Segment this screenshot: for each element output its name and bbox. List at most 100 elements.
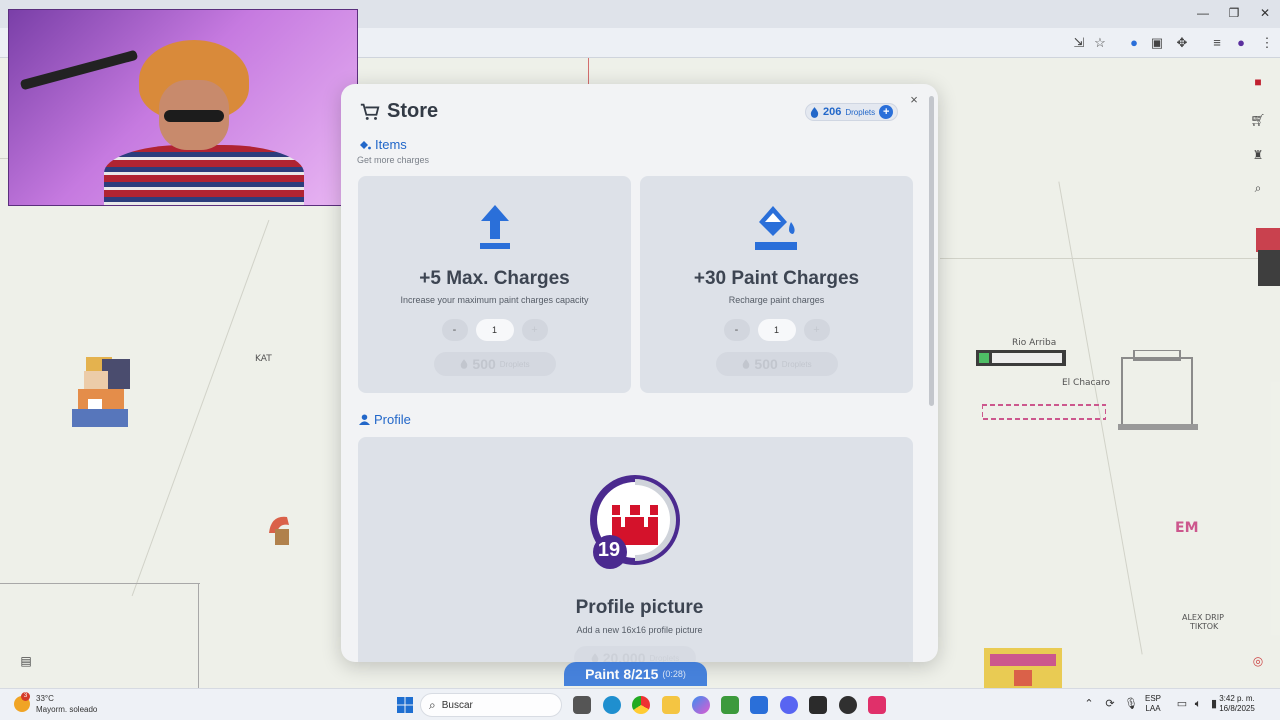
quantity-decrease-button[interactable]: - <box>441 319 468 341</box>
profile-picture-description: Add a new 16x16 profile picture <box>576 625 703 635</box>
extension-icon[interactable]: ▣ <box>1148 34 1166 52</box>
search-icon: ⌕ <box>429 697 436 712</box>
bookmark-star-icon[interactable]: ☆ <box>1091 34 1109 52</box>
close-window-icon[interactable]: ✕ <box>1250 4 1280 22</box>
language-indicator[interactable]: ESP LAA <box>1145 694 1161 714</box>
items-section-heading: Items <box>359 137 407 152</box>
store-app-icon[interactable] <box>750 696 768 714</box>
cart-icon[interactable]: 🛒︎ <box>1248 110 1268 130</box>
edge-icon[interactable] <box>603 696 621 714</box>
volume-icon[interactable]: 🔈︎ <box>1191 697 1205 711</box>
quantity-increase-button[interactable]: + <box>803 319 830 341</box>
chrome-icon[interactable] <box>632 696 650 714</box>
quantity-input[interactable]: 1 <box>757 319 796 341</box>
microphone-arm <box>19 49 139 91</box>
search-map-icon[interactable]: ⌕ <box>1248 178 1268 198</box>
profile-avatar-icon[interactable]: ● <box>1232 34 1250 52</box>
quantity-stepper: - 1 + <box>358 319 631 341</box>
browser-menu-icon[interactable]: ⋮ <box>1258 34 1276 52</box>
puzzle-icon[interactable]: ✥ <box>1173 34 1191 52</box>
droplet-icon <box>461 359 468 369</box>
user-icon <box>359 414 370 425</box>
items-subheading: Get more charges <box>357 155 430 165</box>
buy-button[interactable]: 500 Droplets <box>434 352 556 376</box>
tiktok-icon[interactable] <box>868 696 886 714</box>
minecraft-icon[interactable] <box>721 696 739 714</box>
modal-scrollbar[interactable] <box>929 96 934 406</box>
terminal-icon[interactable] <box>809 696 827 714</box>
paint-button[interactable]: Paint 8/215 (0:28) <box>564 662 707 686</box>
map-layers-icon[interactable]: ▤ <box>16 651 36 671</box>
buy-profile-picture-button[interactable]: 20,000 Droplets <box>574 646 696 662</box>
paint-bucket-small-icon <box>360 140 371 149</box>
clock[interactable]: 3:42 p. m. 16/8/2025 <box>1212 694 1262 714</box>
paint-charges: 8/215 <box>623 666 659 682</box>
language-code: ESP <box>1145 694 1162 703</box>
weather-description: Mayorm. soleado <box>36 705 98 714</box>
item-description: Increase your maximum paint charges capa… <box>400 295 589 305</box>
quantity-stepper: - 1 + <box>640 319 913 341</box>
buy-price: 20,000 <box>602 650 646 662</box>
profile-picture-title: Profile picture <box>575 597 704 618</box>
sync-icon[interactable]: ⟳ <box>1103 697 1117 711</box>
quantity-decrease-button[interactable]: - <box>723 319 750 341</box>
paint-timer: (0:28) <box>662 669 686 679</box>
paint-button-label: Paint <box>585 666 620 682</box>
add-droplets-button[interactable]: + <box>879 105 894 119</box>
install-app-icon[interactable]: ⇲ <box>1070 34 1088 52</box>
search-placeholder: Buscar <box>441 699 473 711</box>
item-title: +30 Paint Charges <box>693 268 860 289</box>
item-card-max-charges: +5 Max. Charges Increase your maximum pa… <box>358 176 631 393</box>
windows-start-icon[interactable] <box>396 696 414 714</box>
item-title: +5 Max. Charges <box>419 268 570 289</box>
buy-price-unit: Droplets <box>499 359 530 369</box>
leaderboard-icon[interactable]: ♜ <box>1248 145 1268 165</box>
discord-icon[interactable] <box>780 696 798 714</box>
buy-price: 500 <box>472 356 496 372</box>
microphone-icon[interactable]: 🎙︎ <box>1124 697 1138 711</box>
store-modal: Store 206 Droplets + × Items Get more ch… <box>341 84 938 662</box>
taskbar-search[interactable]: ⌕ Buscar <box>420 693 562 717</box>
extension-blue-icon[interactable]: ● <box>1125 34 1143 52</box>
close-icon[interactable]: × <box>907 93 921 107</box>
obs-icon[interactable] <box>839 696 857 714</box>
network-icon[interactable]: ▭ <box>1175 697 1189 711</box>
items-heading-text: Items <box>375 137 407 152</box>
buy-price-unit: Droplets <box>781 359 812 369</box>
droplets-label: Droplets <box>845 107 876 117</box>
task-view-icon[interactable] <box>573 696 591 714</box>
droplets-balance: 206 Droplets + <box>805 103 899 121</box>
store-title-text: Store <box>387 100 439 122</box>
minimize-icon[interactable]: — <box>1188 4 1218 22</box>
streamer-glasses <box>164 110 224 122</box>
file-explorer-icon[interactable] <box>662 696 680 714</box>
buy-price-unit: Droplets <box>649 653 680 663</box>
store-title: Store <box>359 100 438 123</box>
restore-icon[interactable]: ❐ <box>1219 4 1249 22</box>
badge-avatar-icon[interactable]: ■ <box>1248 72 1268 92</box>
quantity-input[interactable]: 1 <box>475 319 514 341</box>
keyboard-layout: LAA <box>1145 704 1161 713</box>
buy-price: 500 <box>754 356 778 372</box>
item-description: Recharge paint charges <box>728 295 825 305</box>
weather-text: 33°C Mayorm. soleado <box>36 693 97 715</box>
windows-taskbar: 33°C Mayorm. soleado 3 ⌕ Buscar ⌃ ⟳ 🎙︎ E… <box>0 688 1280 720</box>
clock-date: 16/8/2025 <box>1219 704 1255 713</box>
droplets-value: 206 <box>823 106 842 118</box>
webcam-overlay <box>8 9 358 206</box>
cart-icon <box>360 103 380 120</box>
buy-button[interactable]: 500 Droplets <box>716 352 838 376</box>
weather-temp: 33°C <box>36 694 54 703</box>
location-icon[interactable]: ◎ <box>1248 651 1268 671</box>
upload-arrow-icon <box>480 205 510 249</box>
droplet-icon <box>810 106 819 118</box>
quantity-increase-button[interactable]: + <box>521 319 548 341</box>
media-icon[interactable]: ≡ <box>1208 34 1226 52</box>
droplet-icon <box>743 359 750 369</box>
copilot-icon[interactable] <box>692 696 710 714</box>
droplet-icon <box>591 653 599 662</box>
chevron-up-icon[interactable]: ⌃ <box>1082 697 1096 711</box>
streamer-shirt <box>104 145 304 205</box>
level-badge: 19 <box>597 539 621 561</box>
item-card-paint-charges: +30 Paint Charges Recharge paint charges… <box>640 176 913 393</box>
